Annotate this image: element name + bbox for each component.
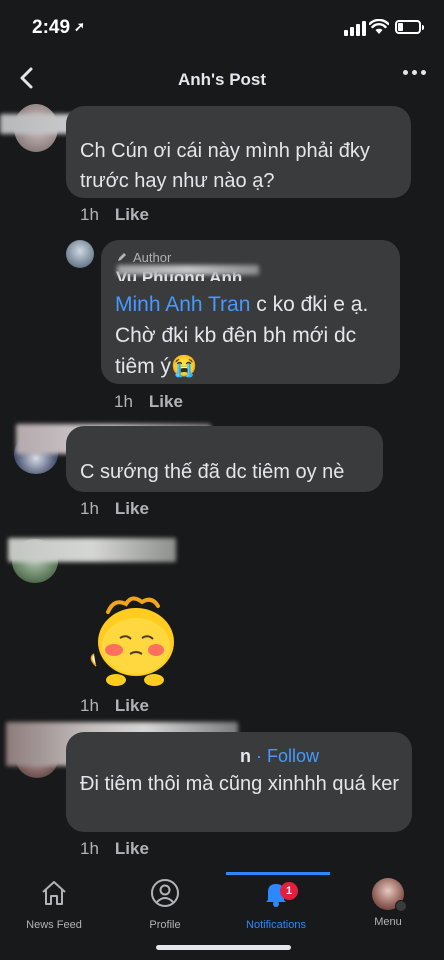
location-arrow-icon: ➚ [74, 19, 85, 34]
like-button[interactable]: Like [115, 205, 149, 224]
status-time: 2:49 ➚ [32, 17, 85, 39]
pencil-icon [118, 253, 126, 261]
sticker-image [90, 596, 174, 686]
home-icon [42, 881, 66, 905]
like-button[interactable]: Like [115, 839, 149, 858]
comment-meta: 1h Like [80, 839, 149, 859]
wifi-icon [369, 19, 389, 34]
like-button[interactable]: Like [115, 696, 149, 715]
comment-time: 1h [80, 205, 99, 224]
tab-notifications[interactable]: 1 Notifications [226, 878, 326, 931]
tab-menu[interactable]: Menu [338, 878, 438, 928]
tab-label: News Feed [26, 919, 82, 931]
comments-feed[interactable]: Ch Cún ơi cái này mình phải đky trước ha… [0, 102, 444, 872]
profile-icon [151, 879, 179, 907]
comment-text: C sướng thế đã dc tiêm oy nè [80, 461, 345, 483]
reply-meta: 1h Like [114, 392, 183, 412]
page-title: Anh's Post [177, 70, 267, 89]
status-time-text: 2:49 [32, 17, 71, 38]
comment-time: 1h [80, 696, 99, 715]
blurred-name [117, 265, 259, 275]
comment-time: 1h [80, 499, 99, 518]
commenter-name-suffix: n [240, 746, 251, 766]
like-button[interactable]: Like [149, 392, 183, 411]
comment-meta: 1h Like [80, 696, 149, 716]
mention-link[interactable]: Minh Anh Tran [115, 293, 250, 316]
author-label: Author [133, 250, 172, 265]
menu-avatar [372, 878, 407, 912]
cellular-signal-icon [344, 21, 366, 36]
tab-profile[interactable]: Profile [115, 878, 215, 931]
menu-lines-icon [395, 900, 407, 912]
status-bar: 2:49 ➚ [0, 0, 444, 56]
home-indicator[interactable] [156, 945, 291, 950]
battery-icon [395, 20, 424, 34]
comment-text: Đi tiêm thôi mà cũng xinhhh quá ker [80, 773, 400, 795]
tab-label: Notifications [246, 919, 306, 931]
comment-time: 1h [80, 839, 99, 858]
follow-link[interactable]: · Follow [256, 746, 319, 767]
tab-label: Profile [149, 919, 181, 931]
reply-time: 1h [114, 392, 133, 411]
reply-text: Minh Anh Tran c ko đki e ạ. Chờ đki kb đ… [115, 289, 395, 382]
tab-news-feed[interactable]: News Feed [4, 878, 104, 931]
notification-badge: 1 [280, 882, 298, 900]
author-avatar[interactable] [66, 240, 94, 268]
blurred-name [8, 538, 176, 562]
active-tab-indicator [226, 872, 330, 875]
post-header: Anh's Post [0, 56, 444, 102]
like-button[interactable]: Like [115, 499, 149, 518]
more-options-icon[interactable] [403, 70, 426, 75]
comment-meta: 1h Like [80, 499, 149, 519]
comment-text: Ch Cún ơi cái này mình phải đky trước ha… [80, 140, 370, 192]
comment-meta: 1h Like [80, 205, 149, 225]
tab-label: Menu [374, 916, 402, 928]
